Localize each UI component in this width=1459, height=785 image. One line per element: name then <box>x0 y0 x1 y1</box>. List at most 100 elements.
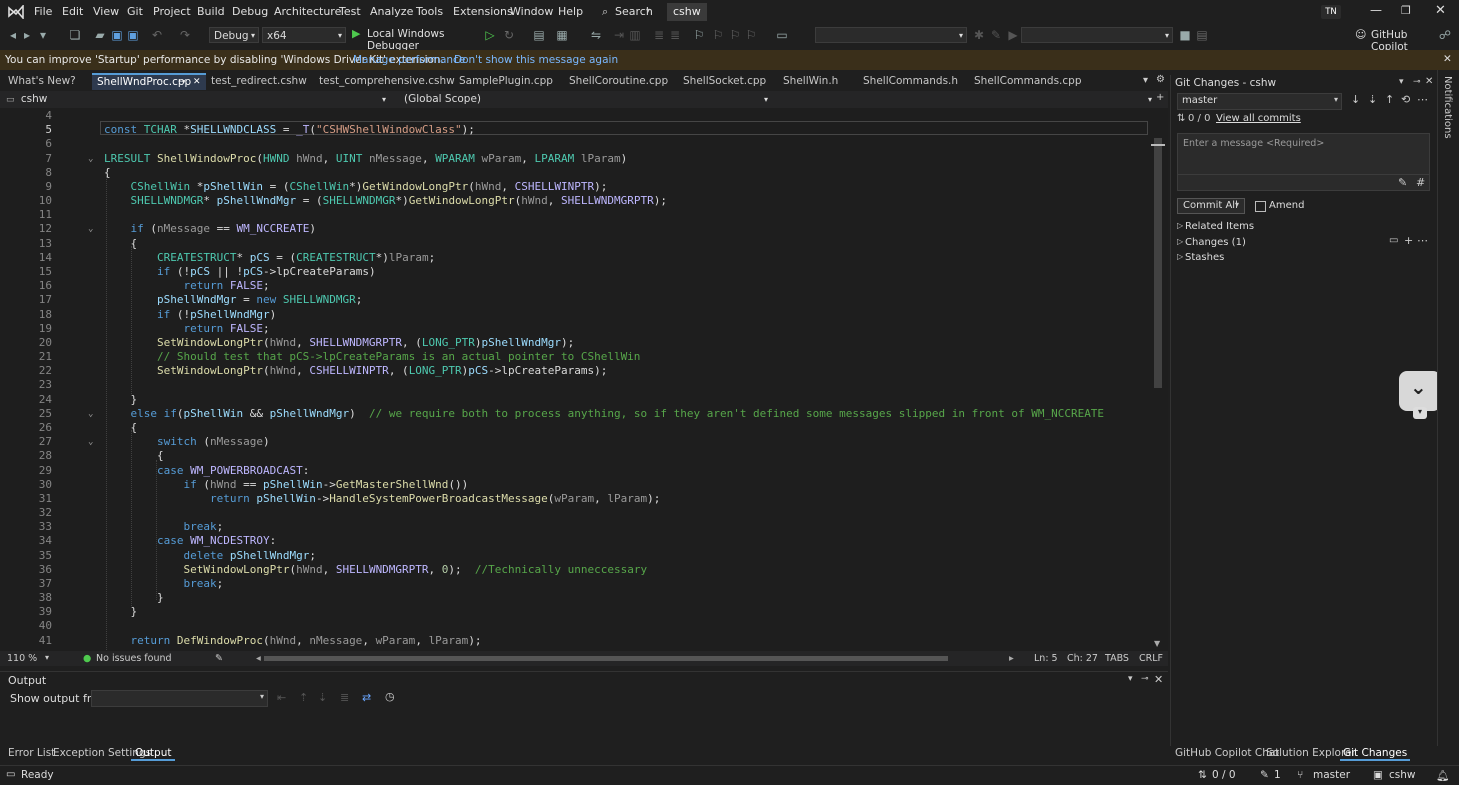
pin-icon[interactable]: ⊸ <box>1413 77 1421 87</box>
threads-icon[interactable]: ▤ <box>1195 28 1209 42</box>
code-line[interactable]: 27 ⌄ switch (nMessage) <box>0 435 1150 449</box>
code-line[interactable]: 30 if (hWnd == pShellWin->GetMasterShell… <box>0 478 1150 492</box>
tab-output[interactable]: Output <box>131 747 176 761</box>
forward-dropdown-icon[interactable]: ▾ <box>36 28 50 42</box>
code-line[interactable]: 8{ <box>0 166 1150 180</box>
open-folder-icon[interactable]: ▰ <box>93 28 107 42</box>
fold-chevron-icon[interactable]: ⌄ <box>88 435 93 449</box>
code-line[interactable]: 6 <box>0 137 1150 151</box>
code-line[interactable]: 21 // Should test that pCS->lpCreatePara… <box>0 350 1150 364</box>
code-line[interactable]: 19 return FALSE; <box>0 322 1150 336</box>
commit-message-field[interactable]: Enter a message <Required> ✎ # <box>1177 133 1430 191</box>
bookmark-prev-icon[interactable]: ⚐ <box>711 28 725 42</box>
code-line[interactable]: 5 const TCHAR *SHELLWNDCLASS = _T("CSHWSh… <box>0 123 1150 137</box>
tab-shellcoroutine[interactable]: ShellCoroutine.cpp <box>564 73 676 90</box>
code-line[interactable]: 16 return FALSE; <box>0 279 1150 293</box>
split-editor-icon[interactable]: + <box>1156 92 1164 103</box>
bookmark-clear-icon[interactable]: ⚐ <box>744 28 758 42</box>
code-line[interactable]: 33 break; <box>0 520 1150 534</box>
close-icon[interactable]: ✕ <box>193 75 201 90</box>
code-line[interactable]: 34 case WM_NCDESTROY: <box>0 534 1150 548</box>
project-dropdown[interactable]: ▭ cshw ▾ <box>6 92 386 107</box>
commit-all-button[interactable]: Commit All ▾ <box>1177 198 1245 214</box>
github-copilot-button[interactable]: ☺ GitHub Copilot <box>1355 28 1440 53</box>
next-message-icon[interactable]: ⇣ <box>318 691 327 704</box>
pull-icon[interactable]: ⇣ <box>1368 93 1377 106</box>
clock-icon[interactable]: ◷ <box>385 690 395 703</box>
tab-github-copilot-chat[interactable]: GitHub Copilot Chat <box>1175 747 1279 759</box>
dont-show-again-link[interactable]: Don't show this message again <box>454 54 618 66</box>
bookmark-next-icon[interactable]: ⚐ <box>728 28 742 42</box>
code-line[interactable]: 17 pShellWndMgr = new SHELLWNDMGR; <box>0 293 1150 307</box>
issues-status[interactable]: No issues found <box>96 653 172 664</box>
tab-whats-new[interactable]: What's New? <box>3 73 91 90</box>
status-repo[interactable]: cshw <box>1389 769 1416 781</box>
code-line[interactable]: 36 SetWindowLongPtr(hWnd, SHELLWNDMGRPTR… <box>0 563 1150 577</box>
column-number[interactable]: Ch: 27 <box>1067 653 1098 664</box>
chevron-down-icon[interactable]: ▾ <box>45 653 49 662</box>
pencil-icon[interactable]: ✎ <box>989 28 1003 42</box>
pin-icon[interactable]: ⊸ <box>1141 674 1149 684</box>
stack-frame-dropdown[interactable]: ▾ <box>1021 27 1173 43</box>
code-line[interactable]: 28 { <box>0 449 1150 463</box>
forward-icon[interactable]: ▸ <box>20 28 34 42</box>
code-line[interactable]: 4 <box>0 109 1150 123</box>
code-line[interactable]: 38 } <box>0 591 1150 605</box>
menu-file[interactable]: File <box>34 5 52 18</box>
step-icon[interactable]: ⇥ <box>612 28 626 42</box>
code-line[interactable]: 26 { <box>0 421 1150 435</box>
menu-help[interactable]: Help <box>558 5 583 18</box>
tab-sampleplugin[interactable]: SamplePlugin.cpp <box>454 73 562 90</box>
scroll-left-icon[interactable]: ◂ <box>256 653 261 664</box>
line-endings[interactable]: CRLF <box>1139 653 1163 664</box>
code-line[interactable]: 7 ⌄ LRESULT ShellWindowProc(HWND hWnd, UIN… <box>0 152 1150 166</box>
tab-error-list[interactable]: Error List <box>8 747 55 759</box>
menu-window[interactable]: Window <box>510 5 553 18</box>
pending-changes[interactable]: 1 <box>1274 769 1281 781</box>
code-line[interactable]: 41 return DefWindowProc(hWnd, nMessage, … <box>0 634 1150 648</box>
manage-performance-link[interactable]: Manage performance <box>353 54 465 66</box>
code-line[interactable]: 20 SetWindowLongPtr(hWnd, SHELLWNDMGRPTR… <box>0 336 1150 350</box>
menu-view[interactable]: View <box>93 5 119 18</box>
menu-edit[interactable]: Edit <box>62 5 83 18</box>
notifications-tab[interactable]: Notifications <box>1442 76 1453 139</box>
editor-vertical-scrollbar[interactable]: ▼ <box>1150 108 1168 651</box>
menu-analyze[interactable]: Analyze <box>370 5 413 18</box>
chevron-down-icon[interactable]: ▾ <box>1413 407 1427 419</box>
gear-icon[interactable]: ⚙ <box>1156 74 1165 85</box>
tab-git-changes[interactable]: Git Changes <box>1340 747 1411 761</box>
view-all-commits-link[interactable]: View all commits <box>1216 113 1301 124</box>
push-icon[interactable]: ↑ <box>1385 93 1394 106</box>
tab-shellcommands-cpp[interactable]: ShellCommands.cpp <box>969 73 1082 90</box>
tab-list-icon[interactable]: ▾ <box>1143 75 1148 86</box>
stop-icon[interactable]: ■ <box>1178 28 1192 42</box>
menu-architecture[interactable]: Architecture <box>274 5 341 18</box>
feedback-icon[interactable]: ☍ <box>1438 28 1452 42</box>
outdent-icon[interactable]: ≣ <box>668 28 682 42</box>
code-line[interactable]: 14 CREATESTRUCT* pCS = (CREATESTRUCT*)lP… <box>0 251 1150 265</box>
scroll-down-icon[interactable]: ▼ <box>1154 639 1160 648</box>
close-icon[interactable]: ✕ <box>1154 673 1163 686</box>
start-without-debugging-icon[interactable]: ▷ <box>483 28 497 42</box>
word-wrap-icon[interactable]: ⇄ <box>362 691 371 704</box>
prev-message-icon[interactable]: ⇡ <box>299 691 308 704</box>
code-line[interactable]: 37 break; <box>0 577 1150 591</box>
code-line[interactable]: 11 <box>0 208 1150 222</box>
status-branch[interactable]: master <box>1313 769 1350 781</box>
tab-test-redirect[interactable]: test_redirect.cshw <box>206 73 312 90</box>
panel-menu-icon[interactable]: ▾ <box>1399 77 1404 87</box>
run-to-icon[interactable]: ▶ <box>1006 28 1020 42</box>
member-dropdown[interactable]: ▾ <box>775 92 1152 107</box>
sync-icon[interactable]: ⟲ <box>1401 93 1410 106</box>
diagnostics-icon[interactable]: ⇋ <box>589 28 603 42</box>
minimize-icon[interactable]: — <box>1370 3 1382 17</box>
menu-build[interactable]: Build <box>197 5 225 18</box>
menu-extensions[interactable]: Extensions <box>453 5 513 18</box>
status-commit-counts[interactable]: 0 / 0 <box>1212 769 1236 781</box>
branch-dropdown[interactable]: master ▾ <box>1177 93 1342 110</box>
code-line[interactable]: 22 SetWindowLongPtr(hWnd, CSHELLWINPTR, … <box>0 364 1150 378</box>
panel-menu-icon[interactable]: ▾ <box>1128 674 1133 684</box>
search-box[interactable]: ⌕ Search ▾ <box>598 3 658 21</box>
find-dropdown[interactable]: ▾ <box>815 27 967 43</box>
redo-icon[interactable]: ↷ <box>178 28 192 42</box>
